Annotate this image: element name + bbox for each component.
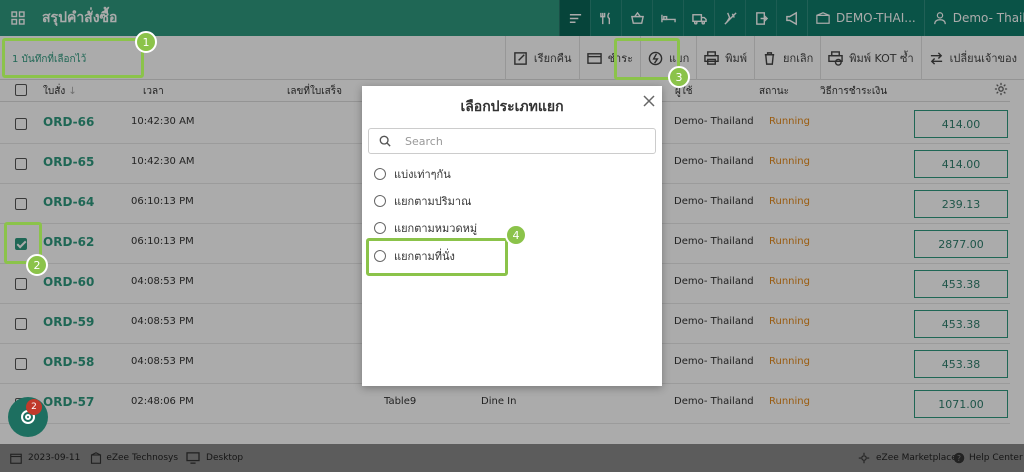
callout-badge-3: 3	[668, 66, 690, 88]
option-split-equally[interactable]: แบ่งเท่าๆกัน	[374, 164, 451, 184]
search-field	[368, 128, 656, 154]
callout-badge-1: 1	[135, 31, 157, 53]
highlight-selected-count	[2, 38, 144, 78]
radio-button[interactable]	[374, 195, 386, 207]
callout-badge-2: 2	[26, 254, 48, 276]
callout-badge-4: 4	[505, 224, 527, 246]
search-icon	[379, 135, 391, 147]
radio-button[interactable]	[374, 168, 386, 180]
search-input[interactable]	[405, 134, 645, 148]
option-split-by-quantity[interactable]: แยกตามปริมาณ	[374, 191, 471, 211]
close-icon[interactable]	[642, 94, 656, 108]
highlight-split-by-seat	[366, 238, 508, 276]
radio-button[interactable]	[374, 222, 386, 234]
fab-count-badge: 2	[26, 399, 42, 415]
option-split-by-category[interactable]: แยกตามหมวดหมู่	[374, 218, 477, 238]
dialog-title: เลือกประเภทแยก	[460, 99, 564, 115]
